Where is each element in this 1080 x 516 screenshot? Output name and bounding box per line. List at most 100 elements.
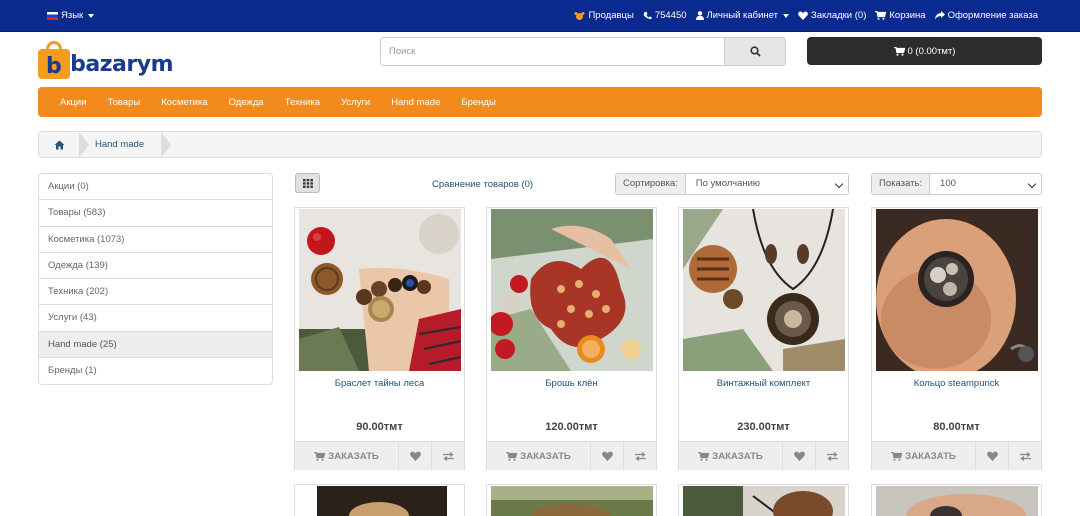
sort-value-text: По умолчанию [695,178,761,189]
sidebar-item-actions[interactable]: Акции (0) [39,174,272,201]
nav-item-clothes[interactable]: Одежда [229,97,264,108]
language-label: Язык [61,10,84,21]
share-icon [934,11,945,20]
language-selector[interactable]: Язык [47,10,95,21]
order-button[interactable]: ЗАКАЗАТЬ [872,442,976,470]
order-label: ЗАКАЗАТЬ [520,450,571,462]
product-price: 230.00тмт [737,421,790,433]
order-button[interactable]: ЗАКАЗАТЬ [487,442,591,470]
compare-link[interactable]: Сравнение товаров (0) [432,179,533,190]
logo-text: bazarym [70,52,173,77]
wishlist-button[interactable] [591,442,624,470]
limit-select[interactable]: Показать: 100 [871,173,1042,195]
grid-view-button[interactable] [295,173,320,193]
top-links: Продавцы 754450 Личный кабинет Закладки … [574,10,1038,21]
product-card: Кольцо steampunck 80.00тмт ЗАКАЗАТЬ [871,207,1042,470]
phone-link[interactable]: 754450 [643,10,687,21]
limit-value[interactable]: 100 [930,174,1041,194]
wishlist-button[interactable] [399,442,432,470]
cart-icon [875,11,887,20]
cart-icon [506,451,518,461]
top-bar: Язык Продавцы 754450 Личный кабинет Закл… [0,0,1080,32]
logo-bag-icon: b [38,40,70,79]
compare-button[interactable] [1009,442,1041,470]
product-image[interactable] [491,209,653,371]
sort-select[interactable]: Сортировка: По умолчанию [615,173,849,195]
product-price: 120.00тмт [545,421,598,433]
product-image[interactable] [491,486,653,516]
product-card [294,484,465,516]
product-image[interactable] [683,209,845,371]
product-image[interactable] [299,209,461,371]
cart-total: 0 (0.00тмт) [907,45,956,57]
home-icon [54,140,64,149]
product-image[interactable] [683,486,845,516]
caret-down-icon [88,13,95,18]
product-name[interactable]: Браслет тайны леса [295,378,464,389]
breadcrumb: Hand made [38,131,1042,158]
chevron-down-icon [1027,179,1037,189]
breadcrumb-current[interactable]: Hand made [95,139,144,150]
account-label: Личный кабинет [706,10,778,21]
nav-item-brands[interactable]: Бренды [461,97,495,108]
nav-item-cosmetics[interactable]: Косметика [161,97,207,108]
wishlist-button[interactable] [976,442,1009,470]
wishlist-link[interactable]: Закладки (0) [798,10,866,21]
product-name[interactable]: Кольцо steampunck [872,378,1041,389]
wishlist-button[interactable] [783,442,816,470]
chevron-down-icon [834,179,844,189]
product-image[interactable] [876,486,1038,516]
search-input[interactable] [381,38,724,65]
sellers-label: Продавцы [588,10,634,21]
exchange-icon [1019,451,1031,461]
cart-link[interactable]: Корзина [875,10,926,21]
checkout-link[interactable]: Оформление заказа [934,10,1038,21]
sidebar-item-goods[interactable]: Товары (583) [39,200,272,227]
site-logo[interactable]: b bazarym [38,37,173,82]
cart-button[interactable]: 0 (0.00тмт) [807,37,1042,65]
nav-item-actions[interactable]: Акции [60,97,87,108]
sidebar-item-cosmetics[interactable]: Косметика (1073) [39,226,272,253]
product-image[interactable] [876,209,1038,371]
account-link[interactable]: Личный кабинет [695,10,789,21]
order-label: ЗАКАЗАТЬ [712,450,763,462]
product-card: Брошь клён 120.00тмт ЗАКАЗАТЬ [486,207,657,470]
sidebar-item-handmade[interactable]: Hand made (25) [39,331,272,359]
grid-icon [302,178,313,188]
product-name[interactable]: Брошь клён [487,378,656,389]
sort-value[interactable]: По умолчанию [685,174,848,194]
category-sidebar: Акции (0) Товары (583) Косметика (1073) … [38,173,273,386]
nav-item-goods[interactable]: Товары [108,97,141,108]
flag-icon [47,11,58,20]
user-icon [695,11,704,20]
compare-button[interactable] [624,442,656,470]
nav-item-handmade[interactable]: Hand made [391,97,440,108]
sidebar-item-tech[interactable]: Техника (202) [39,279,272,306]
nav-item-tech[interactable]: Техника [285,97,320,108]
caret-down-icon [783,13,789,18]
main-nav: Акции Товары Косметика Одежда Техника Ус… [38,87,1042,117]
compare-button[interactable] [432,442,464,470]
product-card [486,484,657,516]
product-card [678,484,849,516]
sidebar-item-brands[interactable]: Бренды (1) [39,358,272,385]
sidebar-item-services[interactable]: Услуги (43) [39,305,272,332]
order-button[interactable]: ЗАКАЗАТЬ [679,442,783,470]
nav-item-services[interactable]: Услуги [341,97,370,108]
product-name[interactable]: Винтажный комплект [679,378,848,389]
compare-button[interactable] [816,442,848,470]
cart-icon [893,46,905,56]
sellers-link[interactable]: Продавцы [574,10,634,21]
order-button[interactable]: ЗАКАЗАТЬ [295,442,399,470]
cart-icon [314,451,326,461]
heart-icon [798,11,808,20]
exchange-icon [634,451,646,461]
breadcrumb-home[interactable] [39,132,89,158]
order-label: ЗАКАЗАТЬ [905,450,956,462]
product-actions: ЗАКАЗАТЬ [679,441,848,470]
phone-icon [643,11,652,20]
sellers-icon [574,11,585,20]
sidebar-item-clothes[interactable]: Одежда (139) [39,252,272,280]
search-button[interactable] [724,38,785,65]
product-image[interactable] [299,486,461,516]
